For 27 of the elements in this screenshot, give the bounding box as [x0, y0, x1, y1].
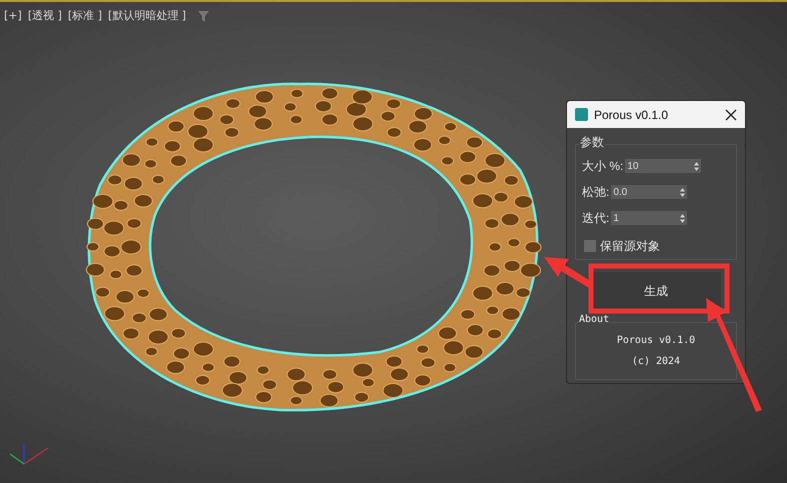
viewport-menu-label[interactable]: [默认明暗处理 ]	[108, 8, 186, 24]
spinner-arrows-icon[interactable]	[694, 162, 700, 170]
close-icon[interactable]	[725, 108, 737, 120]
group-title: 参数	[579, 136, 605, 148]
filter-icon[interactable]	[198, 10, 210, 22]
group-title: About	[579, 315, 610, 325]
generate-button[interactable]: 生成	[591, 272, 721, 310]
field-value: 1	[613, 212, 619, 226]
checkbox[interactable]	[584, 240, 596, 252]
about-text: (c) 2024	[632, 355, 680, 369]
spinner-field[interactable]: 0.0	[611, 185, 688, 199]
spinner-arrows-icon[interactable]	[680, 214, 686, 222]
viewport-menu-label[interactable]: [+]	[4, 8, 22, 24]
app-logo-icon	[575, 108, 588, 121]
spinner-arrows-icon[interactable]	[680, 188, 686, 196]
viewport-menu-label[interactable]: [透视 ]	[28, 8, 62, 24]
spinner-field[interactable]: 1	[611, 211, 688, 225]
field-value: 10	[627, 160, 638, 174]
dialog-title: Porous v0.1.0	[594, 106, 670, 124]
field-label: 松弛:	[582, 184, 610, 201]
about-text: Porous v0.1.0	[616, 334, 696, 348]
spinner-field[interactable]: 10	[625, 159, 702, 173]
field-label: 迭代:	[582, 210, 610, 227]
checkbox-label: 保留源对象	[600, 238, 660, 255]
field-label: 大小 %:	[582, 158, 624, 175]
field-value: 0.0	[613, 186, 628, 200]
viewport-menu-label[interactable]: [标准 ]	[68, 8, 102, 24]
